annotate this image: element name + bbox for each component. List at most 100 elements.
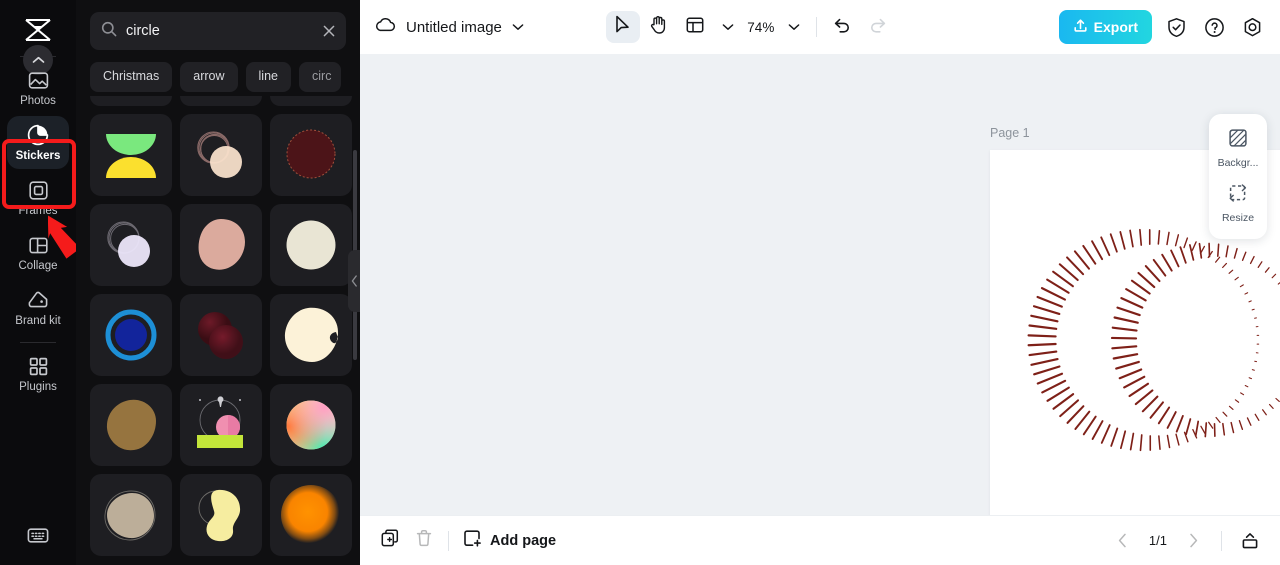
- toolbar-center: 74%: [606, 11, 895, 43]
- delete-page-button[interactable]: [408, 525, 440, 557]
- search-box[interactable]: [90, 12, 346, 50]
- sticker-item[interactable]: [90, 114, 172, 196]
- sticker-item[interactable]: [180, 384, 262, 466]
- brandkit-icon: [26, 288, 50, 312]
- sticker-item[interactable]: [90, 204, 172, 286]
- sidebar-item-frames[interactable]: Frames: [7, 171, 69, 224]
- undo-button[interactable]: [825, 11, 859, 43]
- sidebar-item-label: Stickers: [16, 150, 61, 163]
- sticker-grid: [90, 96, 348, 556]
- export-label: Export: [1094, 19, 1138, 35]
- export-button[interactable]: Export: [1059, 10, 1152, 44]
- toolbar-right: Export: [1059, 10, 1266, 44]
- sticker-item[interactable]: [90, 474, 172, 556]
- sticker-cell-clipped[interactable]: [270, 96, 352, 106]
- sticker-item[interactable]: [270, 114, 352, 196]
- bottom-toolbar: Add page 1/1: [360, 515, 1280, 565]
- stickers-panel: Christmas arrow line circ: [76, 0, 360, 565]
- trash-icon: [415, 529, 433, 552]
- tag-chip[interactable]: line: [246, 62, 291, 92]
- frames-icon: [26, 178, 50, 202]
- keyboard-shortcuts-button[interactable]: [7, 516, 69, 553]
- search-section: [76, 0, 360, 50]
- sticker-item[interactable]: [180, 294, 262, 376]
- cloud-save-icon[interactable]: [374, 16, 396, 39]
- sidebar-item-brand-kit[interactable]: Brand kit: [7, 281, 69, 334]
- sidebar-item-photos[interactable]: Photos: [7, 61, 69, 114]
- page-nav: 1/1: [1107, 525, 1266, 557]
- select-tool-button[interactable]: [606, 11, 640, 43]
- sidebar-item-plugins[interactable]: Plugins: [7, 347, 69, 400]
- layout-chevron-down-icon[interactable]: [714, 13, 742, 41]
- chevron-down-icon[interactable]: [512, 18, 524, 36]
- main-area: Untitled image: [360, 0, 1280, 565]
- panel-collapse-handle[interactable]: [348, 250, 360, 312]
- toolbar-divider: [816, 17, 817, 37]
- sticker-icon: [26, 123, 50, 147]
- add-page-button[interactable]: Add page: [457, 529, 562, 552]
- sticker-item[interactable]: [90, 384, 172, 466]
- sticker-item[interactable]: [270, 384, 352, 466]
- layout-tool-button[interactable]: [678, 11, 712, 43]
- plugins-icon: [26, 354, 50, 378]
- sticker-item[interactable]: [270, 294, 352, 376]
- hand-tool-button[interactable]: [642, 11, 676, 43]
- sticker-item[interactable]: [180, 474, 262, 556]
- sidebar-item-collage[interactable]: Collage: [7, 226, 69, 279]
- canvas-stage[interactable]: Page 1: [360, 54, 1280, 515]
- bottom-divider-right: [1221, 531, 1222, 551]
- add-page-label: Add page: [490, 533, 556, 549]
- next-page-button[interactable]: [1177, 525, 1209, 557]
- present-button[interactable]: [1234, 525, 1266, 557]
- left-rail: Photos Stickers Frames Collage Brand kit: [0, 0, 76, 565]
- sticker-item[interactable]: [270, 474, 352, 556]
- tag-chip[interactable]: arrow: [180, 62, 237, 92]
- sidebar-item-stickers[interactable]: Stickers: [7, 116, 69, 169]
- top-toolbar: Untitled image: [360, 0, 1280, 54]
- redo-icon: [869, 17, 887, 38]
- resize-icon: [1228, 183, 1248, 208]
- sticker-item[interactable]: [270, 204, 352, 286]
- sticker-item[interactable]: [90, 294, 172, 376]
- chevron-left-icon: [1118, 533, 1127, 548]
- zoom-chevron-down-icon[interactable]: [780, 13, 808, 41]
- document-title[interactable]: Untitled image: [406, 19, 502, 36]
- cursor-icon: [614, 15, 631, 39]
- rail-divider-mid: [20, 342, 56, 343]
- tag-chip[interactable]: Christmas: [90, 62, 172, 92]
- sidebar-item-label: Collage: [19, 260, 58, 273]
- sidebar-item-label: Frames: [19, 205, 58, 218]
- chevron-left-icon: [351, 275, 358, 287]
- tag-chip[interactable]: circ: [299, 62, 341, 92]
- canvas-tools-panel: Backgr... Resize: [1209, 114, 1267, 239]
- collage-icon: [26, 233, 50, 257]
- settings-gear-icon[interactable]: [1238, 13, 1266, 41]
- present-icon: [1240, 532, 1260, 550]
- shield-check-icon[interactable]: [1162, 13, 1190, 41]
- page-label: Page 1: [990, 126, 1030, 140]
- background-button[interactable]: Backgr...: [1211, 123, 1265, 174]
- close-icon[interactable]: [322, 24, 336, 38]
- toolbar-left: Untitled image: [374, 16, 524, 39]
- resize-label: Resize: [1222, 212, 1254, 224]
- app-logo[interactable]: [16, 10, 60, 50]
- editor-root: Photos Stickers Frames Collage Brand kit: [0, 0, 1280, 565]
- tag-chips: Christmas arrow line circ: [76, 50, 360, 92]
- duplicate-page-button[interactable]: [374, 525, 406, 557]
- sticker-cell-clipped[interactable]: [90, 96, 172, 106]
- zoom-level[interactable]: 74%: [744, 20, 778, 35]
- resize-button[interactable]: Resize: [1211, 178, 1265, 229]
- sticker-item[interactable]: [180, 204, 262, 286]
- sticker-item[interactable]: [180, 114, 262, 196]
- hand-icon: [650, 15, 667, 39]
- redo-button[interactable]: [861, 11, 895, 43]
- sidebar-item-label: Photos: [20, 95, 56, 108]
- layout-icon: [686, 16, 704, 39]
- sidebar-item-label: Plugins: [19, 381, 57, 394]
- chevron-right-icon: [1189, 533, 1198, 548]
- bottom-divider: [448, 531, 449, 551]
- search-input[interactable]: [126, 23, 313, 39]
- help-circle-icon[interactable]: [1200, 13, 1228, 41]
- prev-page-button[interactable]: [1107, 525, 1139, 557]
- sticker-cell-clipped[interactable]: [180, 96, 262, 106]
